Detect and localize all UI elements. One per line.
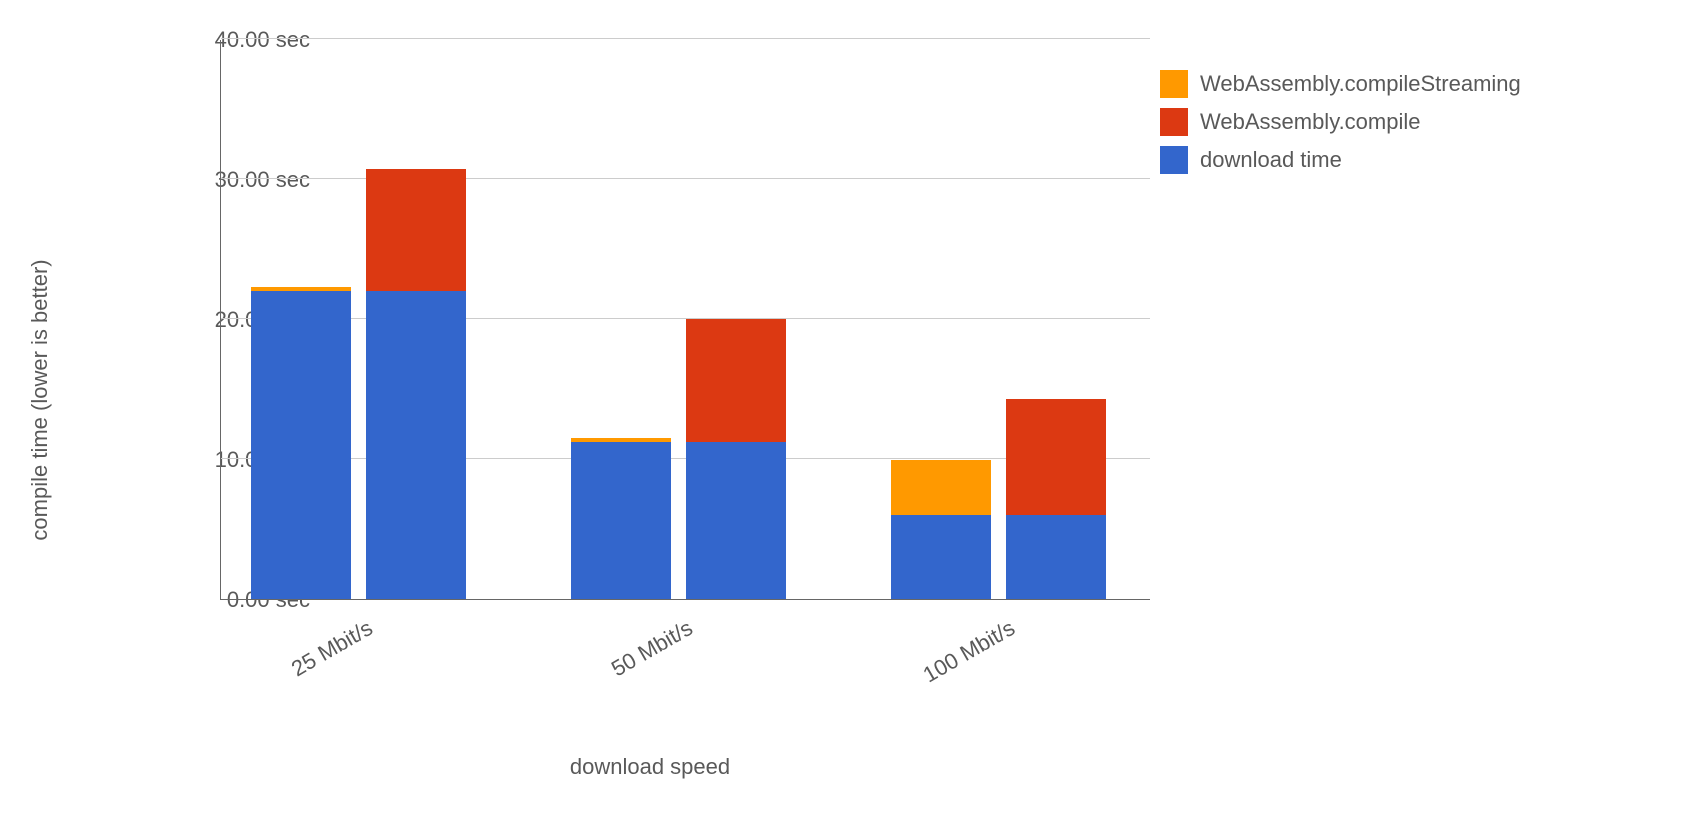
legend-swatch-icon — [1160, 108, 1188, 136]
x-axis-title: download speed — [50, 754, 1250, 780]
seg-download — [1006, 515, 1106, 599]
seg-streaming — [891, 460, 991, 515]
seg-streaming — [251, 287, 351, 291]
legend-item-download: download time — [1160, 146, 1521, 174]
seg-compile — [686, 319, 786, 442]
seg-compile — [366, 169, 466, 291]
legend-item-compile: WebAssembly.compile — [1160, 108, 1521, 136]
bar-group-25mbit — [251, 40, 481, 599]
legend-label: WebAssembly.compile — [1200, 109, 1420, 135]
seg-download — [571, 442, 671, 599]
bar-group-50mbit — [571, 40, 801, 599]
legend-label: WebAssembly.compileStreaming — [1200, 71, 1521, 97]
x-tick-0: 25 Mbit/s — [287, 615, 377, 682]
seg-download — [366, 291, 466, 599]
seg-download — [891, 515, 991, 599]
legend-label: download time — [1200, 147, 1342, 173]
plot-area — [220, 40, 1150, 600]
bar-group-100mbit — [891, 40, 1121, 599]
legend-swatch-icon — [1160, 70, 1188, 98]
chart: compile time (lower is better) 0.00 sec … — [50, 20, 1250, 780]
legend-swatch-icon — [1160, 146, 1188, 174]
seg-download — [251, 291, 351, 599]
seg-compile — [1006, 399, 1106, 515]
legend-item-streaming: WebAssembly.compileStreaming — [1160, 70, 1521, 98]
y-axis-title: compile time (lower is better) — [27, 259, 53, 540]
x-tick-2: 100 Mbit/s — [919, 615, 1020, 688]
x-tick-1: 50 Mbit/s — [607, 615, 697, 682]
seg-streaming — [571, 438, 671, 442]
gridline — [221, 38, 1150, 39]
legend: WebAssembly.compileStreaming WebAssembly… — [1160, 70, 1521, 184]
seg-download — [686, 442, 786, 599]
